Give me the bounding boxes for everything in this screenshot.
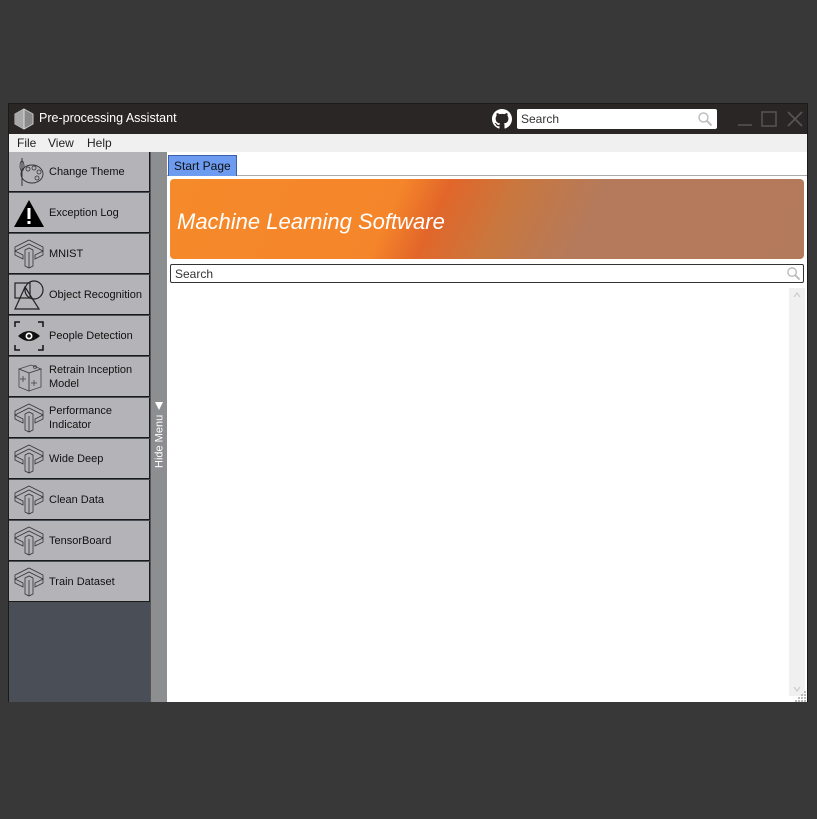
sidebar-item-label: People Detection	[49, 330, 133, 342]
search-icon[interactable]	[786, 266, 801, 281]
github-icon[interactable]	[492, 109, 512, 129]
main-search-box	[170, 264, 804, 283]
minimize-button[interactable]	[736, 110, 754, 128]
tensorflow-icon	[14, 444, 44, 474]
menu-help[interactable]: Help	[87, 136, 112, 150]
resize-grip-icon[interactable]	[795, 690, 807, 702]
eye-icon	[14, 321, 44, 351]
sidebar-item-people-detection[interactable]: People Detection	[9, 316, 150, 356]
sidebar-item-exception-log[interactable]: Exception Log	[9, 193, 150, 233]
shapes-icon	[14, 280, 44, 310]
sidebar-item-wide-deep[interactable]: Wide Deep	[9, 439, 150, 479]
tab-strip: Start Page	[167, 152, 807, 176]
sidebar-item-label: Train Dataset	[49, 576, 115, 588]
cube-icon	[17, 364, 43, 392]
sidebar-item-label: Change Theme	[49, 166, 125, 178]
sidebar-item-label: MNIST	[49, 248, 84, 260]
sidebar-item-label: Retrain Inception Model	[49, 364, 133, 390]
search-icon[interactable]	[697, 111, 713, 127]
menu-bar: File View Help	[9, 134, 807, 152]
title-search-input[interactable]	[517, 109, 697, 129]
banner: Machine Learning Software	[170, 179, 804, 259]
sidebar-item-performance-indicator[interactable]: Performance Indicator	[9, 398, 150, 438]
tensorflow-icon	[14, 403, 44, 433]
sidebar-item-label: Performance Indicator	[49, 405, 112, 431]
palette-icon	[19, 158, 44, 186]
sidebar-item-label: TensorBoard	[49, 535, 112, 547]
menu-view[interactable]: View	[48, 136, 74, 150]
scroll-up-icon[interactable]	[792, 291, 802, 299]
vertical-scrollbar[interactable]	[789, 288, 805, 696]
sidebar-item-retrain-inception-model[interactable]: Retrain Inception Model	[9, 357, 150, 397]
title-bar[interactable]: Pre-processing Assistant	[9, 104, 807, 134]
maximize-button[interactable]	[760, 110, 778, 128]
hide-menu-label: Hide Menu	[152, 388, 167, 468]
tab-start-page[interactable]: Start Page	[168, 155, 237, 176]
sidebar-item-object-recognition[interactable]: Object Recognition	[9, 275, 150, 315]
sidebar-item-label: Clean Data	[49, 494, 105, 506]
app-window: Pre-processing Assistant File View Help	[8, 103, 808, 702]
sidebar-item-label: Wide Deep	[49, 453, 104, 465]
tensorflow-icon	[14, 485, 44, 515]
window-title: Pre-processing Assistant	[39, 111, 177, 125]
collapse-arrow-icon	[155, 401, 164, 410]
sidebar-item-change-theme[interactable]: Change Theme	[9, 152, 150, 192]
sidebar-item-label: Object Recognition	[49, 289, 142, 301]
warning-icon	[14, 200, 44, 227]
menu-file[interactable]: File	[17, 136, 36, 150]
banner-title: Machine Learning Software	[177, 209, 445, 234]
close-button[interactable]	[786, 110, 804, 128]
hide-menu-toggle[interactable]: Hide Menu	[150, 152, 167, 702]
results-area	[170, 288, 787, 700]
main-search-input[interactable]	[171, 265, 771, 282]
sidebar-item-mnist[interactable]: MNIST	[9, 234, 150, 274]
sidebar-item-clean-data[interactable]: Clean Data	[9, 480, 150, 520]
main-panel: Start Page Machine Learning Software	[167, 152, 807, 702]
tensorflow-icon	[14, 239, 44, 269]
tensorflow-icon	[14, 567, 44, 597]
title-search-box	[517, 109, 717, 129]
sidebar: Change Theme Exception Log MNIST Object …	[9, 152, 150, 702]
hexagon-cube-icon	[14, 108, 34, 130]
sidebar-item-label: Exception Log	[49, 207, 119, 219]
sidebar-item-tensorboard[interactable]: TensorBoard	[9, 521, 150, 561]
tensorflow-icon	[14, 526, 44, 556]
sidebar-item-train-dataset[interactable]: Train Dataset	[9, 562, 150, 602]
